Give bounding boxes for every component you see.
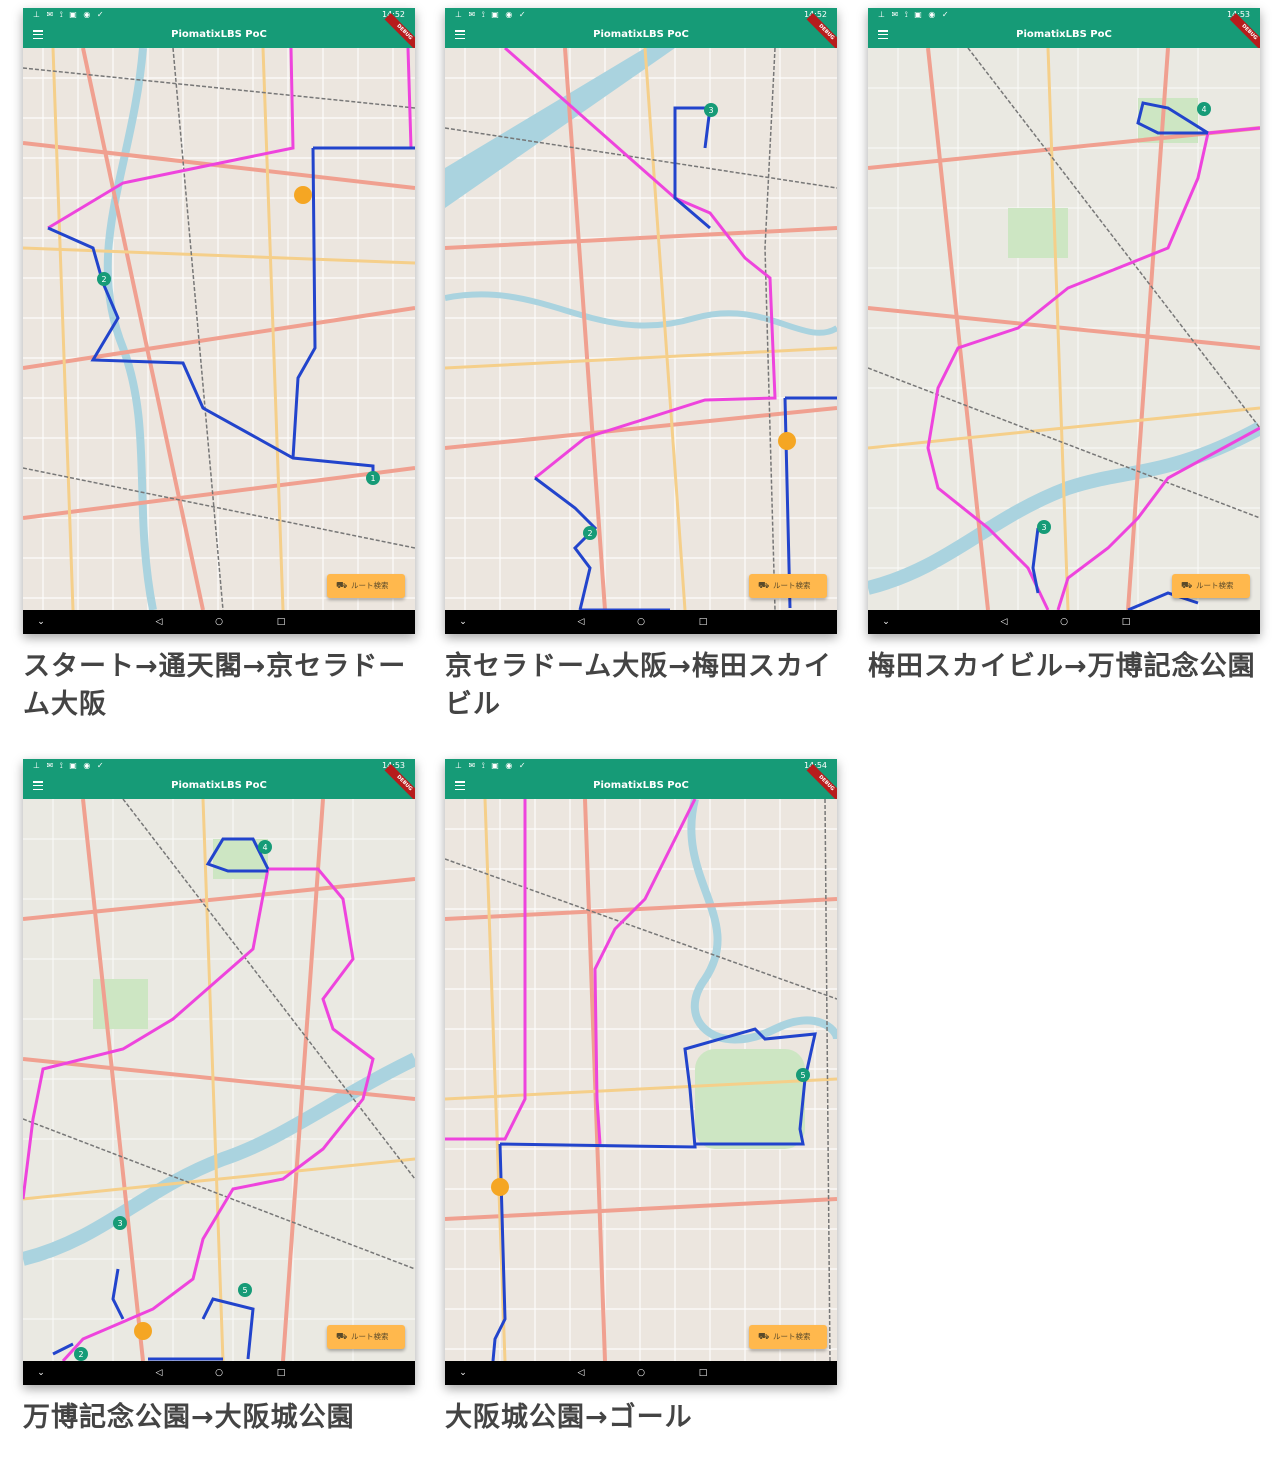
- status-icons: ⊥ ✉ ⟟ ▣ ◉ ✓: [878, 10, 951, 19]
- chevron-down-icon[interactable]: ⌄: [29, 610, 53, 634]
- app-bar: PiomatixLBS PoC DEBUG: [23, 764, 415, 803]
- route-search-button[interactable]: ⛟ ルート検索: [749, 1325, 827, 1349]
- route-search-label: ルート検索: [1196, 581, 1234, 590]
- status-bar: ⊥ ✉ ⟟ ▣ ◉ ✓ 14:54: [445, 759, 837, 773]
- screen-caption: 京セラドーム大阪→梅田スカイビル: [445, 651, 832, 720]
- screen-caption: 万博記念公園→大阪城公園: [23, 1402, 355, 1433]
- back-icon[interactable]: ◁: [569, 1361, 593, 1385]
- marker-label: 4: [1201, 105, 1206, 114]
- route-search-button[interactable]: ⛟ ルート検索: [749, 574, 827, 598]
- app-title: PiomatixLBS PoC: [593, 780, 689, 791]
- marker-label: 2: [78, 1350, 83, 1359]
- marker-label: 5: [800, 1071, 805, 1080]
- route-search-label: ルート検索: [351, 581, 389, 590]
- app-title: PiomatixLBS PoC: [1016, 29, 1112, 40]
- phone-screenshot: ⊥ ✉ ⟟ ▣ ◉ ✓ 14:52 PiomatixLBS PoC DEBUG …: [445, 8, 837, 634]
- app-title: PiomatixLBS PoC: [171, 780, 267, 791]
- back-icon[interactable]: ◁: [147, 610, 171, 634]
- screen-caption: スタート→通天閣→京セラドーム大阪: [23, 651, 407, 720]
- screen-caption: 大阪城公園→ゴール: [445, 1402, 693, 1433]
- car-icon: ⛟: [1181, 581, 1193, 591]
- marker-label: 5: [242, 1286, 247, 1295]
- map-view[interactable]: 3 2: [445, 48, 837, 610]
- back-icon[interactable]: ◁: [569, 610, 593, 634]
- chevron-down-icon[interactable]: ⌄: [451, 1361, 475, 1385]
- route-search-label: ルート検索: [351, 1332, 389, 1341]
- app-bar: PiomatixLBS PoC DEBUG: [23, 13, 415, 52]
- chevron-down-icon[interactable]: ⌄: [451, 610, 475, 634]
- app-title: PiomatixLBS PoC: [171, 29, 267, 40]
- route-search-label: ルート検索: [773, 1332, 811, 1341]
- status-icons: ⊥ ✉ ⟟ ▣ ◉ ✓: [455, 761, 528, 770]
- recents-icon[interactable]: □: [691, 1361, 715, 1385]
- recents-icon[interactable]: □: [1114, 610, 1138, 634]
- marker-label: 3: [708, 106, 713, 115]
- route-search-label: ルート検索: [773, 581, 811, 590]
- home-icon[interactable]: ○: [207, 1361, 231, 1385]
- phone-screenshot: ⊥ ✉ ⟟ ▣ ◉ ✓ 14:53 PiomatixLBS PoC DEBUG: [23, 759, 415, 1385]
- phone-screenshot: ⊥ ✉ ⟟ ▣ ◉ ✓ 14:53 PiomatixLBS PoC DEBUG …: [868, 8, 1260, 634]
- map-view[interactable]: 4 3: [868, 48, 1260, 610]
- car-icon: ⛟: [758, 1332, 770, 1342]
- android-nav-bar: ⌄ ◁ ○ □: [445, 610, 837, 634]
- map-view[interactable]: 5: [445, 799, 837, 1361]
- android-nav-bar: ⌄ ◁ ○ □: [23, 1361, 415, 1385]
- android-nav-bar: ⌄ ◁ ○ □: [23, 610, 415, 634]
- route-search-button[interactable]: ⛟ ルート検索: [1172, 574, 1250, 598]
- status-bar: ⊥ ✉ ⟟ ▣ ◉ ✓ 14:53: [23, 759, 415, 773]
- recents-icon[interactable]: □: [269, 610, 293, 634]
- marker-label: 1: [370, 474, 375, 483]
- home-icon[interactable]: ○: [1052, 610, 1076, 634]
- status-icons: ⊥ ✉ ⟟ ▣ ◉ ✓: [33, 761, 106, 770]
- car-icon: ⛟: [336, 1332, 348, 1342]
- back-icon[interactable]: ◁: [992, 610, 1016, 634]
- home-icon[interactable]: ○: [629, 1361, 653, 1385]
- phone-screenshot: ⊥ ✉ ⟟ ▣ ◉ ✓ 14:52 PiomatixLBS PoC DEBUG …: [23, 8, 415, 634]
- car-icon: ⛟: [336, 581, 348, 591]
- map-view[interactable]: 2 1: [23, 48, 415, 610]
- screen-caption: 梅田スカイビル→万博記念公園: [868, 651, 1256, 682]
- chevron-down-icon[interactable]: ⌄: [29, 1361, 53, 1385]
- marker-label: 3: [1041, 523, 1046, 532]
- back-icon[interactable]: ◁: [147, 1361, 171, 1385]
- status-bar: ⊥ ✉ ⟟ ▣ ◉ ✓ 14:53: [868, 8, 1260, 22]
- status-bar: ⊥ ✉ ⟟ ▣ ◉ ✓ 14:52: [23, 8, 415, 22]
- home-icon[interactable]: ○: [207, 610, 231, 634]
- marker-label: 2: [587, 529, 592, 538]
- map-view[interactable]: 4 3 5 2: [23, 799, 415, 1361]
- status-icons: ⊥ ✉ ⟟ ▣ ◉ ✓: [455, 10, 528, 19]
- route-search-button[interactable]: ⛟ ルート検索: [327, 1325, 405, 1349]
- marker-label: 4: [262, 843, 267, 852]
- chevron-down-icon[interactable]: ⌄: [874, 610, 898, 634]
- phone-screenshot: ⊥ ✉ ⟟ ▣ ◉ ✓ 14:54 PiomatixLBS PoC DEBUG …: [445, 759, 837, 1385]
- android-nav-bar: ⌄ ◁ ○ □: [445, 1361, 837, 1385]
- car-icon: ⛟: [758, 581, 770, 591]
- app-bar: PiomatixLBS PoC DEBUG: [445, 13, 837, 52]
- app-bar: PiomatixLBS PoC DEBUG: [868, 13, 1260, 52]
- marker-label: 2: [101, 275, 106, 284]
- status-bar: ⊥ ✉ ⟟ ▣ ◉ ✓ 14:52: [445, 8, 837, 22]
- recents-icon[interactable]: □: [269, 1361, 293, 1385]
- recents-icon[interactable]: □: [691, 610, 715, 634]
- home-icon[interactable]: ○: [629, 610, 653, 634]
- status-icons: ⊥ ✉ ⟟ ▣ ◉ ✓: [33, 10, 106, 19]
- android-nav-bar: ⌄ ◁ ○ □: [868, 610, 1260, 634]
- app-title: PiomatixLBS PoC: [593, 29, 689, 40]
- route-search-button[interactable]: ⛟ ルート検索: [327, 574, 405, 598]
- app-bar: PiomatixLBS PoC DEBUG: [445, 764, 837, 803]
- marker-label: 3: [117, 1219, 122, 1228]
